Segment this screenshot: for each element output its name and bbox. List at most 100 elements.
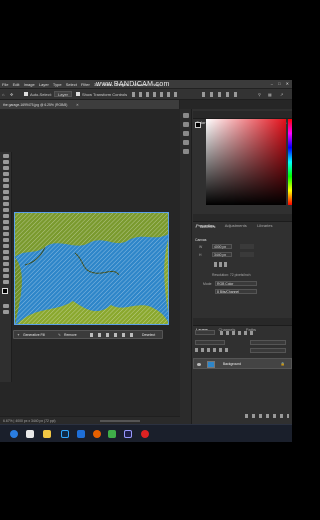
canvas-image[interactable] <box>14 212 169 325</box>
quick-mask-icon[interactable] <box>2 304 9 308</box>
layer-action-icons[interactable] <box>245 414 289 418</box>
object-select-tool-icon[interactable] <box>2 172 9 176</box>
firefox-icon[interactable] <box>93 430 101 438</box>
lasso-tool-icon[interactable] <box>2 166 9 170</box>
path-select-tool-icon[interactable] <box>2 256 9 260</box>
screen-mode-icon[interactable] <box>2 310 9 314</box>
menu-layer[interactable]: Layer <box>39 82 49 87</box>
blur-tool-icon[interactable] <box>2 232 9 236</box>
document-tab[interactable]: the garage-1699475.jpg @ 6.25% (RGB/8) ✕ <box>0 100 180 109</box>
word-icon[interactable] <box>77 430 85 438</box>
clone-stamp-tool-icon[interactable] <box>2 208 9 212</box>
lock-icons[interactable] <box>195 348 231 352</box>
notepad-icon[interactable] <box>26 430 34 438</box>
crop-tool-icon[interactable] <box>2 178 9 182</box>
move-tool-icon: ✥ <box>10 92 14 97</box>
position-fields[interactable] <box>240 244 254 258</box>
rectangle-tool-icon[interactable] <box>2 262 9 266</box>
hand-tool-icon[interactable] <box>2 268 9 272</box>
fill-field[interactable] <box>250 348 286 353</box>
menu-edit[interactable]: Edit <box>13 82 20 87</box>
width-field[interactable]: 4000 px <box>212 244 232 249</box>
menu-filter[interactable]: Filter <box>81 82 90 87</box>
tab-libraries[interactable]: Libraries <box>254 222 275 230</box>
frame-tool-icon[interactable] <box>2 184 9 188</box>
share-icon[interactable]: ↗ <box>280 92 283 97</box>
status-text: 6.67% | 4000 px x 3440 px (72 ppi) <box>3 419 56 423</box>
auto-select-checkbox[interactable] <box>24 92 28 96</box>
history-brush-tool-icon[interactable] <box>2 214 9 218</box>
home-icon[interactable]: ⌂ <box>2 92 4 97</box>
photoshop-taskbar-icon[interactable] <box>61 430 69 438</box>
generative-fill-button[interactable]: Generative Fill <box>23 333 45 337</box>
gradient-tool-icon[interactable] <box>2 226 9 230</box>
layers-panel-tabs: Layers Channels Paths <box>193 318 292 334</box>
healing-brush-tool-icon[interactable] <box>2 196 9 200</box>
layer-filter-icons[interactable] <box>220 331 256 335</box>
layer-name: Background <box>222 362 242 366</box>
character-panel-icon[interactable] <box>182 131 189 136</box>
chrome-icon[interactable] <box>108 430 116 438</box>
info-panel-icon[interactable] <box>182 149 189 154</box>
menu-file[interactable]: File <box>2 82 8 87</box>
3d-mode-icons[interactable] <box>202 92 240 97</box>
tab-adjustments[interactable]: Adjustments <box>222 222 250 230</box>
show-transform-checkbox[interactable] <box>76 92 80 96</box>
opacity-field[interactable] <box>250 340 286 345</box>
move-tool-icon[interactable] <box>2 154 9 158</box>
layer-filter-dropdown[interactable] <box>195 330 215 335</box>
visibility-eye-icon[interactable] <box>197 363 201 366</box>
remove-button[interactable]: Remove <box>64 333 77 337</box>
deselect-button[interactable]: Deselect <box>142 333 155 337</box>
brush-settings-icon[interactable] <box>182 122 189 127</box>
menu-select[interactable]: Select <box>66 82 77 87</box>
bandicam-icon[interactable] <box>141 430 149 438</box>
color-panel-foreground-swatch[interactable] <box>195 122 201 128</box>
layer-row[interactable]: Background 🔒 <box>193 358 292 369</box>
menu-type[interactable]: Type <box>53 82 62 87</box>
tools-panel <box>0 152 12 382</box>
height-field[interactable]: 3440 px <box>212 252 232 257</box>
maximize-icon[interactable]: □ <box>278 81 280 86</box>
close-tab-icon[interactable]: ✕ <box>76 103 79 107</box>
fg-bg-swatches[interactable] <box>195 122 203 130</box>
options-bar: ⌂ ✥ Auto-Select: Layer Show Transform Co… <box>0 89 292 100</box>
type-tool-icon[interactable] <box>2 250 9 254</box>
color-swatches[interactable] <box>0 288 11 302</box>
edge-icon[interactable] <box>10 430 18 438</box>
workspace-icon[interactable]: ▦ <box>268 92 272 97</box>
brush-tool-icon[interactable] <box>2 202 9 206</box>
paragraph-panel-icon[interactable] <box>182 140 189 145</box>
align-icons[interactable] <box>132 92 178 97</box>
marquee-tool-icon[interactable] <box>2 160 9 164</box>
color-panel-tabs: Color Swatches Gradients Patterns <box>193 111 292 127</box>
search-icon[interactable]: ⚲ <box>258 92 261 97</box>
eyedropper-tool-icon[interactable] <box>2 190 9 194</box>
mode-dropdown[interactable]: RGB Color <box>215 281 257 286</box>
dodge-tool-icon[interactable] <box>2 238 9 242</box>
more-tools-icon[interactable] <box>2 280 9 284</box>
contextual-task-bar: ✦ Generative Fill ✎ Remove Deselect <box>13 330 163 339</box>
document-icon: □ <box>195 225 198 229</box>
status-bar: 6.67% | 4000 px x 3440 px (72 ppi) <box>0 416 180 424</box>
blend-mode-dropdown[interactable] <box>195 340 225 345</box>
after-effects-icon[interactable] <box>124 430 132 438</box>
minimize-icon[interactable]: – <box>271 81 273 86</box>
eraser-tool-icon[interactable] <box>2 220 9 224</box>
lock-icon: 🔒 <box>280 362 285 366</box>
pen-tool-icon[interactable] <box>2 244 9 248</box>
orientation-icons[interactable] <box>214 262 228 267</box>
close-icon[interactable]: ✕ <box>286 81 289 86</box>
hue-slider[interactable] <box>288 119 292 205</box>
bit-depth-dropdown[interactable]: 8 Bits/Channel <box>215 289 257 294</box>
auto-select-dropdown[interactable]: Layer <box>54 91 73 97</box>
history-panel-icon[interactable] <box>182 113 189 118</box>
menu-image[interactable]: Image <box>24 82 35 87</box>
horizontal-scrollbar[interactable] <box>100 420 140 422</box>
color-picker-field[interactable] <box>206 119 286 205</box>
file-explorer-icon[interactable] <box>43 430 51 438</box>
selection-action-icons[interactable] <box>90 333 134 337</box>
zoom-tool-icon[interactable] <box>2 274 9 278</box>
sparkle-icon: ✦ <box>17 333 20 337</box>
foreground-color-swatch[interactable] <box>2 288 8 294</box>
